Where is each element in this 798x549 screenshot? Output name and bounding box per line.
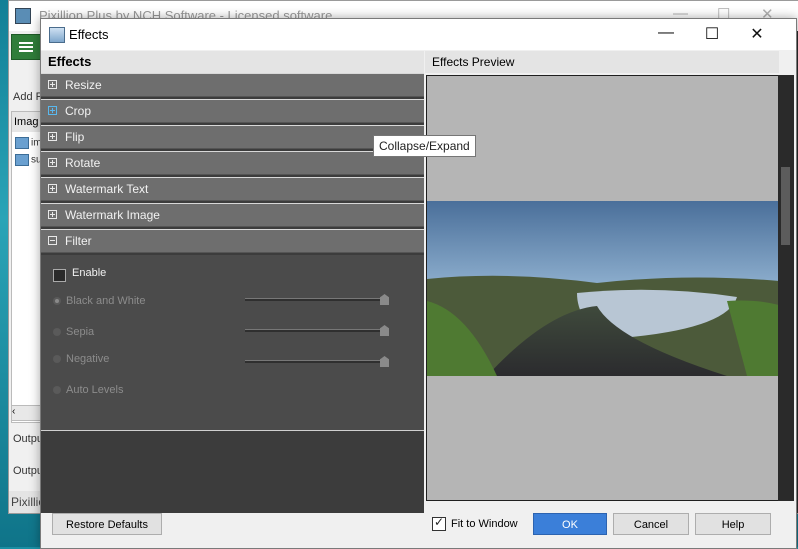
section-filter[interactable]: Filter [41, 229, 424, 253]
output-format-label: Outpu [13, 465, 43, 477]
section-label: Rotate [65, 156, 101, 170]
section-label: Flip [65, 130, 85, 144]
preview-scrollbar[interactable] [778, 75, 794, 501]
plus-square-icon[interactable] [48, 132, 57, 141]
black-and-white-label: Black and White [66, 295, 146, 307]
close-icon[interactable]: ✕ [739, 24, 775, 44]
plus-square-icon[interactable] [48, 210, 57, 219]
slider-thumb[interactable] [380, 325, 389, 336]
sepia-label: Sepia [66, 326, 95, 338]
section-label: Crop [65, 104, 92, 118]
add-images-button[interactable]: Add F [13, 91, 42, 103]
section-flip[interactable]: Flip [41, 125, 424, 149]
sepia-slider[interactable] [245, 329, 389, 332]
minus-square-icon[interactable] [48, 236, 57, 245]
section-resize[interactable]: Resize [41, 73, 424, 97]
hamburger-line [19, 46, 33, 48]
auto-levels-label: Auto Levels [66, 384, 124, 396]
negative-label: Negative [66, 353, 110, 365]
section-rotate[interactable]: Rotate [41, 151, 424, 175]
slider-thumb[interactable] [380, 294, 389, 305]
output-folder-label: Outpu [13, 433, 43, 445]
slider-thumb[interactable] [380, 356, 389, 367]
list-item[interactable]: su [15, 154, 42, 166]
plus-square-icon[interactable] [48, 106, 57, 115]
dialog-title: Effects [69, 27, 109, 42]
restore-defaults-button[interactable]: Restore Defaults [52, 513, 162, 535]
negative-slider[interactable] [245, 360, 389, 363]
maximize-icon[interactable]: ☐ [694, 24, 730, 44]
dialog-title-bar: Effects — ☐ ✕ [41, 19, 796, 50]
image-file-icon [15, 154, 29, 166]
app-icon [15, 8, 31, 24]
menu-button[interactable] [11, 34, 41, 60]
list-item[interactable]: im [15, 137, 42, 149]
help-button[interactable]: Help [695, 513, 771, 535]
collapse-expand-tooltip: Collapse/Expand [373, 135, 476, 157]
section-crop[interactable]: Crop [41, 99, 424, 123]
section-label: Resize [65, 78, 102, 92]
enable-label: Enable [72, 267, 107, 279]
effects-panel: Resize Crop Flip Rotate Watermark Text W… [41, 73, 424, 513]
effects-app-icon [49, 27, 65, 43]
effects-header: Effects [41, 51, 424, 73]
image-file-icon [15, 137, 29, 149]
auto-levels-radio[interactable] [53, 386, 61, 394]
preview-header: Effects Preview [425, 51, 779, 73]
section-label: Watermark Text [65, 182, 149, 196]
enable-checkbox[interactable] [53, 269, 66, 282]
fit-to-window-label: Fit to Window [451, 518, 518, 530]
scrollbar-thumb[interactable] [781, 167, 790, 245]
section-label: Filter [65, 234, 92, 248]
plus-square-icon[interactable] [48, 184, 57, 193]
filter-options: Enable Black and White Sepia Negative Au… [41, 255, 424, 431]
negative-radio[interactable] [53, 355, 61, 363]
hamburger-line [19, 50, 33, 52]
plus-square-icon[interactable] [48, 80, 57, 89]
section-watermark-text[interactable]: Watermark Text [41, 177, 424, 201]
section-label: Watermark Image [65, 208, 160, 222]
black-and-white-radio[interactable] [53, 297, 61, 305]
sepia-radio[interactable] [53, 328, 61, 336]
hamburger-icon [19, 42, 33, 44]
effects-dialog: Effects — ☐ ✕ Effects Effects Preview Re… [40, 18, 797, 549]
plus-square-icon[interactable] [48, 158, 57, 167]
minimize-icon[interactable]: — [648, 24, 684, 42]
section-watermark-image[interactable]: Watermark Image [41, 203, 424, 227]
ok-button[interactable]: OK [533, 513, 607, 535]
black-and-white-slider[interactable] [245, 298, 389, 301]
cancel-button[interactable]: Cancel [613, 513, 689, 535]
effects-preview [426, 75, 780, 501]
preview-image [427, 201, 779, 376]
fit-to-window-checkbox[interactable] [432, 515, 446, 531]
